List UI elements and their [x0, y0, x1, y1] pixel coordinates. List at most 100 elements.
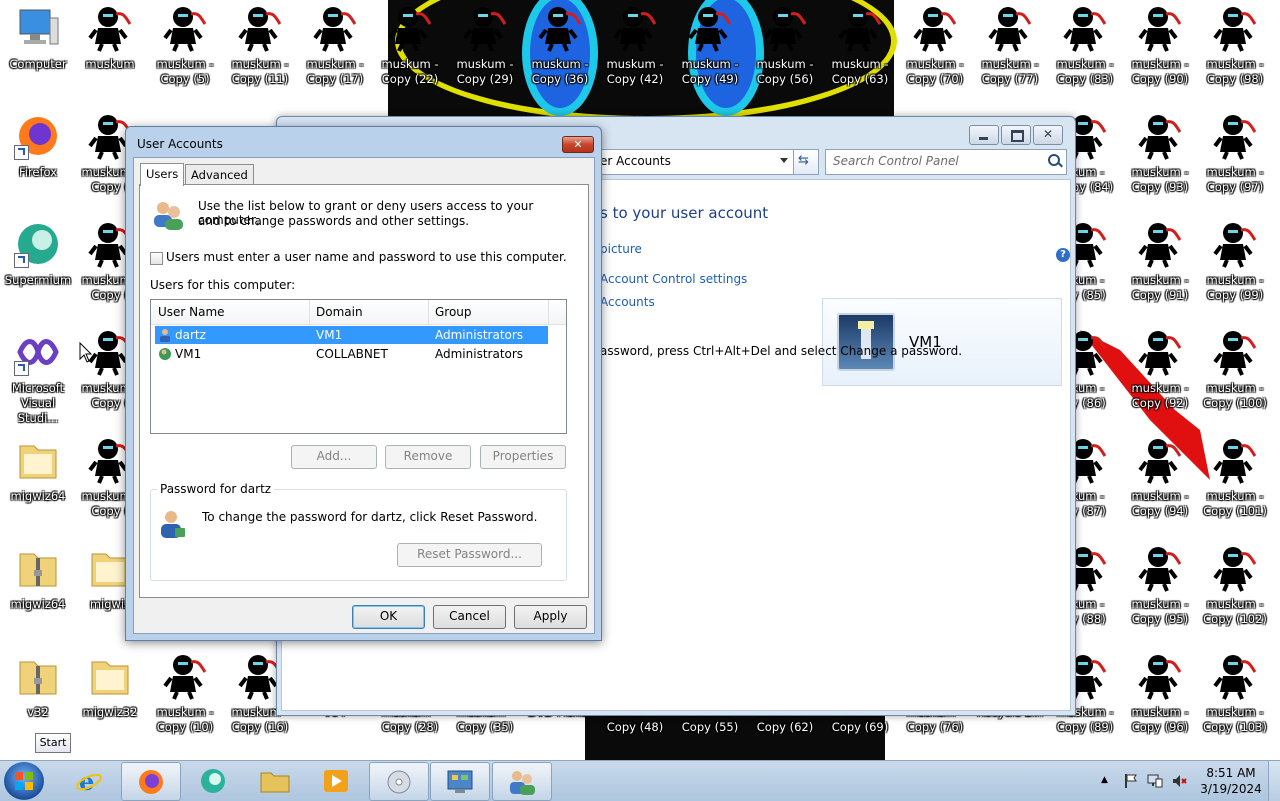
supermium-icon: [14, 220, 62, 268]
desktop-icon[interactable]: muskum - Copy (83): [1049, 4, 1121, 108]
chevron-down-icon[interactable]: [780, 158, 788, 163]
taskbar-explorer[interactable]: [246, 762, 304, 799]
taskbar-media-player[interactable]: [307, 762, 365, 799]
taskbar-dvd-maker[interactable]: [369, 762, 429, 801]
refresh-button[interactable]: ⇆: [793, 149, 819, 175]
desktop-icon[interactable]: muskum - Copy (70): [899, 4, 971, 108]
desktop-icon[interactable]: muskum - Copy (99): [1199, 220, 1271, 324]
volume-muted-icon[interactable]: [1171, 773, 1187, 789]
desktop-icon[interactable]: muskum - Copy (49): [674, 4, 746, 108]
desktop-icon[interactable]: muskum - Copy (63): [824, 4, 896, 108]
cancel-button[interactable]: Cancel: [433, 605, 506, 629]
desktop-icon[interactable]: muskum - Copy (103): [1199, 652, 1271, 756]
network-icon[interactable]: [1147, 773, 1163, 789]
desktop-icon[interactable]: muskum - Copy (11): [224, 4, 296, 108]
desktop-icon-label: muskum - Copy (83): [1056, 57, 1114, 86]
help-icon[interactable]: ?: [1056, 248, 1070, 262]
desktop-icon[interactable]: muskum - Copy (10): [149, 652, 221, 756]
taskbar-internet-explorer[interactable]: e: [60, 762, 118, 799]
desktop-icon[interactable]: migwiz32: [74, 652, 146, 756]
desktop-icon-label: muskum - Copy (63): [831, 57, 889, 86]
ninja-file-icon: [161, 4, 209, 52]
taskbar-firefox[interactable]: [121, 762, 181, 801]
reset-password-button[interactable]: Reset Password...: [397, 543, 542, 567]
desktop-icon[interactable]: muskum - Copy (42): [599, 4, 671, 108]
desktop-icon[interactable]: muskum - Copy (36): [524, 4, 596, 108]
desktop-icon-label: migwiz32: [82, 705, 138, 719]
desktop-icon[interactable]: muskum - Copy (97): [1199, 112, 1271, 216]
apply-button[interactable]: Apply: [514, 605, 587, 629]
desktop-icon[interactable]: muskum - Copy (101): [1199, 436, 1271, 540]
desktop-icon-label: muskum: [85, 57, 135, 71]
desktop-icon[interactable]: migwiz64: [2, 544, 74, 648]
show-desktop-button[interactable]: [1268, 761, 1280, 801]
ninja-file-icon: [1136, 4, 1184, 52]
desktop-icon[interactable]: muskum - Copy (90): [1124, 4, 1196, 108]
link-manage-accounts[interactable]: Accounts: [600, 295, 655, 309]
column-header-user-name[interactable]: User Name: [158, 305, 225, 319]
table-row[interactable]: VM1 COLLABNET Administrators: [155, 345, 548, 363]
tray-expand-icon[interactable]: ▲: [1101, 775, 1108, 785]
users-list-header: User Name Domain Group: [151, 300, 566, 325]
password-note: assword, press Ctrl+Alt+Del and select C…: [600, 344, 963, 358]
desktop-icon[interactable]: muskum - Copy (91): [1124, 220, 1196, 324]
desktop-icon[interactable]: muskum - Copy (5): [149, 4, 221, 108]
ninja-file-icon: [986, 4, 1034, 52]
ninja-file-icon: [1136, 328, 1184, 376]
action-center-flag-icon[interactable]: [1124, 773, 1138, 789]
desktop-icon[interactable]: muskum - Copy (96): [1124, 652, 1196, 756]
taskbar-user-accounts[interactable]: [492, 762, 552, 801]
desktop-icon-label: Microsoft Visual Studi...: [11, 381, 65, 425]
taskbar-control-panel[interactable]: [430, 762, 490, 801]
desktop-icon[interactable]: muskum - Copy (95): [1124, 544, 1196, 648]
ok-button[interactable]: OK: [352, 605, 425, 629]
remove-user-button[interactable]: Remove: [385, 445, 471, 469]
column-header-group[interactable]: Group: [435, 305, 472, 319]
desktop-icon[interactable]: Microsoft Visual Studi...: [2, 328, 74, 432]
minimize-button[interactable]: [969, 125, 999, 145]
desktop-icon[interactable]: Firefox: [2, 112, 74, 216]
properties-button[interactable]: Properties: [480, 445, 566, 469]
desktop-icon[interactable]: migwiz64: [2, 436, 74, 540]
desktop-icon[interactable]: muskum - Copy (77): [974, 4, 1046, 108]
desktop-icon[interactable]: muskum - Copy (94): [1124, 436, 1196, 540]
close-button[interactable]: ✕: [1033, 125, 1063, 145]
desktop-icon[interactable]: muskum - Copy (22): [374, 4, 446, 108]
link-change-picture[interactable]: picture: [600, 242, 642, 256]
desktop-icon[interactable]: muskum - Copy (102): [1199, 544, 1271, 648]
column-header-domain[interactable]: Domain: [316, 305, 363, 319]
row-group: Administrators: [435, 347, 524, 361]
restore-button[interactable]: [1001, 125, 1031, 145]
ninja-file-icon: [1211, 328, 1259, 376]
dialog-close-button[interactable]: ✕: [562, 136, 594, 153]
add-user-button[interactable]: Add...: [291, 445, 377, 469]
desktop-icon[interactable]: muskum - Copy (93): [1124, 112, 1196, 216]
start-button[interactable]: [4, 762, 44, 800]
system-clock[interactable]: 8:51 AM 3/19/2024: [1196, 765, 1266, 797]
desktop-icon[interactable]: muskum - Copy (98): [1199, 4, 1271, 108]
require-password-checkbox[interactable]: [150, 252, 163, 265]
users-list[interactable]: User Name Domain Group dartz VM1 Adminis…: [150, 299, 567, 434]
desktop-icon-label: muskum - Copy (70): [906, 57, 964, 86]
desktop-icon[interactable]: muskum - Copy (92): [1124, 328, 1196, 432]
desktop-icon[interactable]: muskum - Copy (29): [449, 4, 521, 108]
user-accounts-dialog[interactable]: User Accounts ✕ Users Advanced Use the l…: [125, 126, 602, 641]
users-icon: [510, 771, 535, 795]
desktop-icon[interactable]: Supermium: [2, 220, 74, 324]
search-icon[interactable]: [1048, 154, 1060, 166]
desktop-icon-label: muskum - Copy (94): [1131, 489, 1189, 518]
ninja-file-icon: [1136, 220, 1184, 268]
require-password-label[interactable]: Users must enter a user name and passwor…: [166, 250, 567, 264]
search-input[interactable]: Search Control Panel: [825, 149, 1067, 175]
taskbar-supermium[interactable]: [184, 762, 242, 799]
desktop-icon[interactable]: muskum - Copy (17): [299, 4, 371, 108]
tab-users[interactable]: Users: [140, 163, 185, 186]
ninja-file-icon: [236, 4, 284, 52]
table-row[interactable]: dartz VM1 Administrators: [155, 326, 548, 344]
desktop-icon[interactable]: muskum - Copy (100): [1199, 328, 1271, 432]
desktop-icon[interactable]: muskum: [74, 4, 146, 108]
desktop-icon[interactable]: Computer: [2, 4, 74, 108]
desktop-icon[interactable]: muskum - Copy (56): [749, 4, 821, 108]
link-uac-settings[interactable]: Account Control settings: [600, 272, 747, 286]
tab-advanced[interactable]: Advanced: [185, 164, 254, 185]
